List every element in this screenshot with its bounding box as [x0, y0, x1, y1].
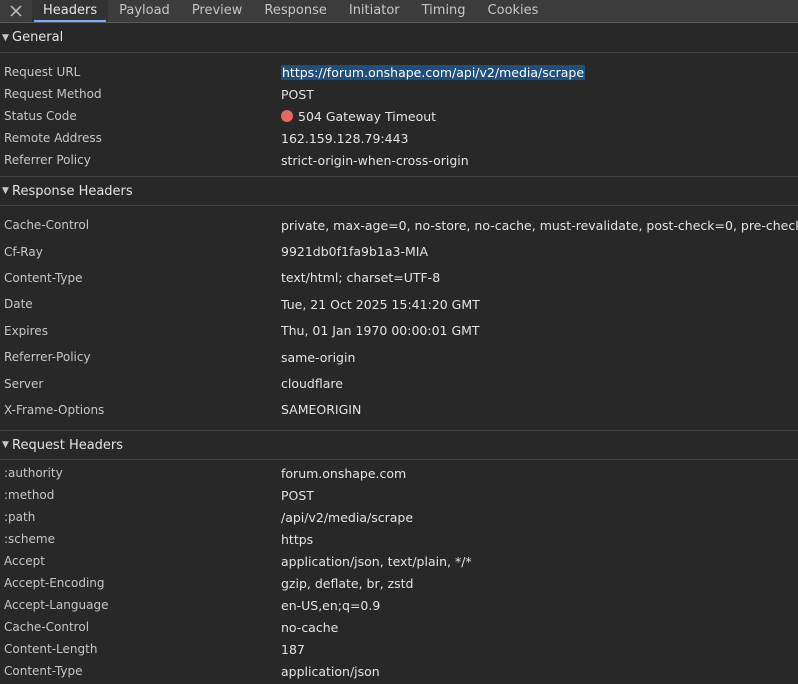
header-value[interactable]: SAMEORIGIN	[281, 402, 361, 417]
request_headers-row: Content-Length 187	[0, 638, 798, 660]
header-name: Status Code	[4, 109, 77, 123]
header-name: :scheme	[4, 532, 55, 546]
general-row-status-code: Status Code 504 Gateway Timeout	[0, 105, 798, 127]
general-row-request-url: Request URL https://forum.onshape.com/ap…	[0, 61, 798, 83]
tab-preview[interactable]: Preview	[181, 0, 254, 22]
header-name: Cf-Ray	[4, 244, 43, 259]
header-name: Expires	[4, 323, 48, 338]
header-name: :method	[4, 488, 55, 502]
header-name: Accept	[4, 554, 45, 568]
response_headers-row: Content-Type text/html; charset=UTF-8	[0, 265, 798, 291]
tab-headers[interactable]: Headers	[32, 0, 109, 22]
header-value[interactable]: text/html; charset=UTF-8	[281, 270, 440, 285]
header-name: Request Method	[4, 87, 102, 101]
header-value[interactable]: cloudflare	[281, 376, 343, 391]
request_headers-row: Cache-Control no-cache	[0, 616, 798, 638]
header-value[interactable]: /api/v2/media/scrape	[281, 510, 413, 525]
header-name: Date	[4, 297, 33, 312]
tab-response[interactable]: Response	[253, 0, 337, 22]
tab-initiator[interactable]: Initiator	[338, 0, 411, 22]
header-name: Request URL	[4, 65, 81, 79]
response_headers-row: Cf-Ray 9921db0f1fa9b1a3-MIA	[0, 238, 798, 264]
header-value[interactable]: no-cache	[281, 620, 338, 635]
request_headers-row: Accept-Encoding gzip, deflate, br, zstd	[0, 572, 798, 594]
header-name: Accept-Language	[4, 598, 109, 612]
status-error-icon	[281, 109, 293, 122]
section-title: General	[12, 30, 64, 45]
general-row-remote-address: Remote Address 162.159.128.79:443	[0, 127, 798, 149]
close-icon	[10, 5, 22, 16]
expand-triangle-icon: ▼	[2, 186, 9, 196]
request_headers-row: Accept application/json, text/plain, */*	[0, 550, 798, 572]
headers-panel: ▼ General Request URL https://forum.onsh…	[0, 23, 798, 684]
header-value[interactable]: 9921db0f1fa9b1a3-MIA	[281, 244, 428, 259]
header-value[interactable]: strict-origin-when-cross-origin	[281, 153, 469, 168]
header-value[interactable]: forum.onshape.com	[281, 466, 406, 481]
header-name: X-Frame-Options	[4, 402, 105, 417]
header-name: :authority	[4, 466, 63, 480]
header-name: Server	[4, 376, 44, 391]
header-value[interactable]: https	[281, 532, 313, 547]
header-value[interactable]: gzip, deflate, br, zstd	[281, 576, 413, 591]
header-value[interactable]: POST	[281, 488, 314, 503]
header-value[interactable]: POST	[281, 87, 314, 102]
request_headers-row: Accept-Language en-US,en;q=0.9	[0, 594, 798, 616]
section-general[interactable]: ▼ General	[0, 23, 798, 53]
general-row-referrer-policy: Referrer Policy strict-origin-when-cross…	[0, 149, 798, 171]
request-url-value[interactable]: https://forum.onshape.com/api/v2/media/s…	[281, 64, 586, 80]
response_headers-row: Expires Thu, 01 Jan 1970 00:00:01 GMT	[0, 318, 798, 344]
expand-triangle-icon: ▼	[2, 32, 9, 43]
request_headers-row: :scheme https	[0, 528, 798, 550]
request_headers-row: :method POST	[0, 484, 798, 506]
devtools-tab-bar: Headers Payload Preview Response Initiat…	[0, 0, 798, 23]
section-title: Response Headers	[12, 183, 133, 199]
tab-cookies[interactable]: Cookies	[477, 0, 550, 22]
header-name: Content-Length	[4, 642, 98, 656]
section-request-headers[interactable]: ▼ Request Headers	[0, 430, 798, 460]
header-name: Referrer Policy	[4, 153, 91, 167]
header-value[interactable]: application/json, text/plain, */*	[281, 554, 472, 569]
header-name: Cache-Control	[4, 218, 90, 233]
response_headers-row: Server cloudflare	[0, 370, 798, 396]
header-value[interactable]: private, max-age=0, no-store, no-cache, …	[281, 218, 798, 233]
status-code-value[interactable]: 504 Gateway Timeout	[281, 109, 436, 124]
close-button[interactable]	[0, 0, 32, 22]
general-row-request-method: Request Method POST	[0, 83, 798, 105]
response_headers-row: Cache-Control private, max-age=0, no-stor…	[0, 212, 798, 238]
header-value[interactable]: same-origin	[281, 350, 355, 365]
header-value[interactable]: en-US,en;q=0.9	[281, 598, 380, 613]
header-value[interactable]: application/json	[281, 664, 380, 679]
response_headers-row: Date Tue, 21 Oct 2025 15:41:20 GMT	[0, 291, 798, 317]
response_headers-row: X-Frame-Options SAMEORIGIN	[0, 397, 798, 423]
header-value[interactable]: Thu, 01 Jan 1970 00:00:01 GMT	[281, 323, 480, 338]
header-name: Referrer-Policy	[4, 350, 91, 365]
request_headers-row: :authority forum.onshape.com	[0, 462, 798, 484]
header-name: Remote Address	[4, 131, 102, 145]
header-name: Accept-Encoding	[4, 576, 105, 590]
header-value[interactable]: Tue, 21 Oct 2025 15:41:20 GMT	[281, 297, 480, 312]
tab-timing[interactable]: Timing	[411, 0, 477, 22]
request_headers-row: Content-Type application/json	[0, 660, 798, 682]
header-name: Content-Type	[4, 664, 83, 678]
header-name: Cache-Control	[4, 620, 90, 634]
tab-payload[interactable]: Payload	[108, 0, 181, 22]
header-value[interactable]: 162.159.128.79:443	[281, 131, 408, 146]
section-response-headers[interactable]: ▼ Response Headers	[0, 176, 798, 206]
section-title: Request Headers	[12, 437, 124, 453]
expand-triangle-icon: ▼	[2, 440, 9, 450]
response_headers-row: Referrer-Policy same-origin	[0, 344, 798, 370]
header-value[interactable]: 187	[281, 642, 305, 657]
header-name: :path	[4, 510, 36, 524]
request_headers-row: :path/api/v2/media/scrape	[0, 506, 798, 528]
header-name: Content-Type	[4, 270, 83, 285]
